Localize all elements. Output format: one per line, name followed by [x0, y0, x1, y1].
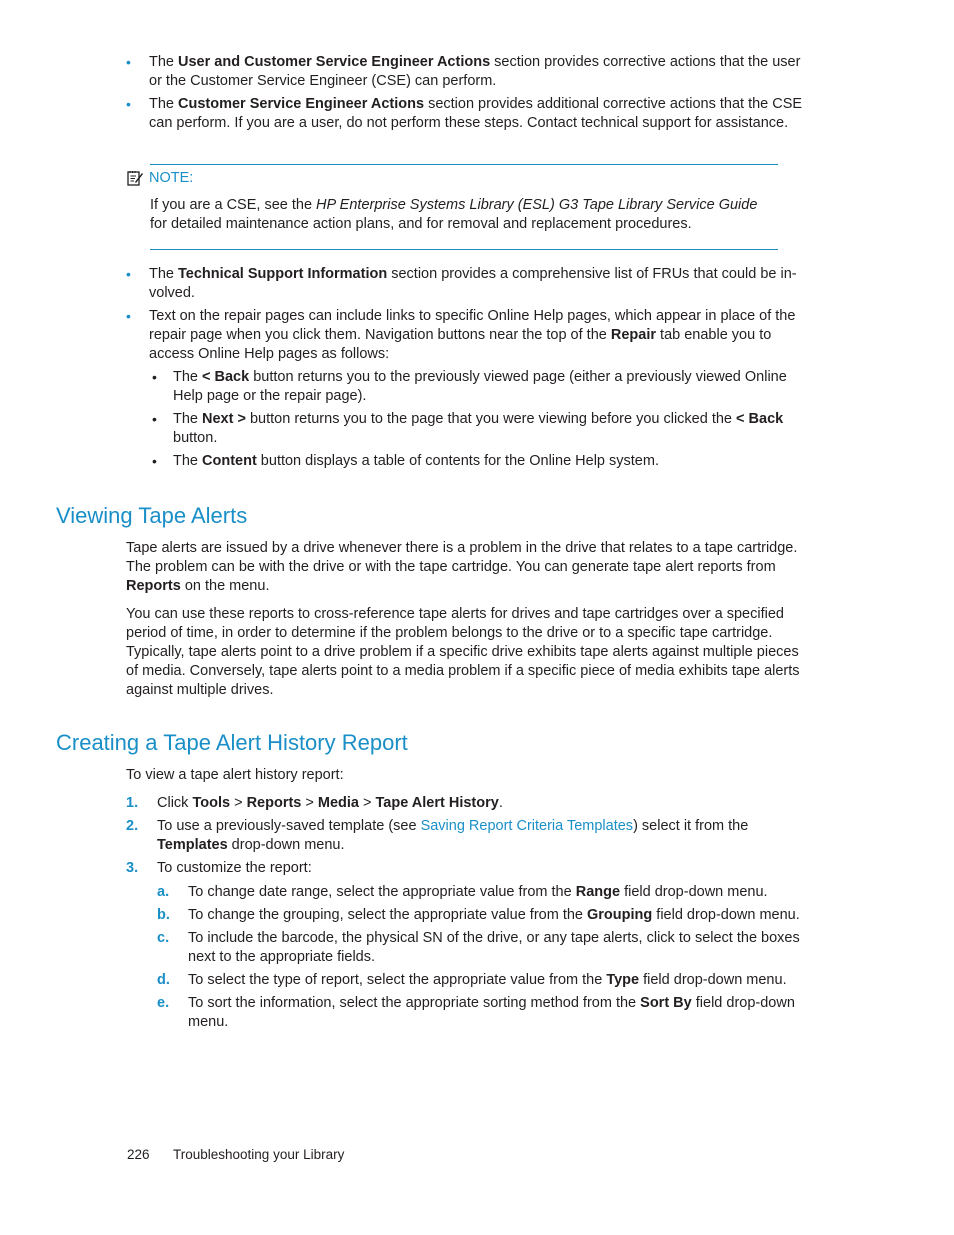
substep-letter: a. — [157, 884, 170, 900]
bullet-icon: • — [152, 411, 157, 427]
step-item: 2. To use a previously-saved template (s… — [126, 818, 749, 853]
note-top-rule — [150, 164, 778, 165]
section-name: Customer Service Engineer Actions — [178, 96, 425, 112]
substep-item: b. To change the grouping, select the ap… — [157, 907, 800, 923]
heading-creating-report: Creating a Tape Alert History Report — [56, 730, 408, 755]
bullet-icon: • — [126, 96, 131, 112]
list-item: • The Content button displays a table of… — [152, 453, 659, 469]
step-item: 1. Click Tools > Reports > Media > Tape … — [126, 795, 503, 811]
saving-templates-link[interactable]: Saving Report Criteria Templates — [421, 818, 634, 834]
substep-item: e. To sort the information, select the a… — [157, 995, 795, 1030]
button-name: Next > — [202, 411, 246, 427]
heading-viewing-tape-alerts: Viewing Tape Alerts — [56, 503, 248, 528]
tab-name: Repair — [610, 327, 657, 343]
step-number: 1. — [126, 795, 139, 811]
list-item: • Text on the repair pages can include l… — [126, 307, 806, 471]
note-bottom-rule — [150, 249, 778, 250]
button-name: Content — [202, 453, 257, 469]
field-name: Range — [575, 884, 621, 900]
chapter-title: Troubleshooting your Library — [173, 1147, 345, 1162]
substep-letter: d. — [157, 972, 170, 988]
step-item: 3. To customize the report: a. To change… — [126, 859, 806, 1032]
substep-letter: c. — [157, 930, 170, 946]
mid-bullet-list: • The Technical Support Information sect… — [126, 265, 806, 475]
substep-item: a. To change date range, select the appr… — [157, 884, 768, 900]
section-name: User and Customer Service Engineer Actio… — [178, 54, 491, 70]
menu-path-item: Media — [317, 795, 359, 811]
bullet-icon: • — [126, 266, 131, 282]
top-bullet-list: • The User and Customer Service Engineer… — [126, 53, 806, 137]
list-item: • The < Back button returns you to the p… — [152, 369, 787, 404]
field-name: Sort By — [640, 995, 692, 1011]
menu-path-item: Tape Alert History — [375, 795, 499, 811]
button-name: < Back — [736, 411, 784, 427]
bullet-icon: • — [152, 453, 157, 469]
button-name: < Back — [202, 369, 250, 385]
step-list: 1. Click Tools > Reports > Media > Tape … — [126, 794, 806, 1036]
step-number: 3. — [126, 860, 139, 876]
bullet-icon: • — [126, 308, 131, 324]
guide-title: HP Enterprise Systems Library (ESL) G3 T… — [316, 197, 758, 213]
intro-text: To view a tape alert history report: — [126, 767, 344, 783]
paragraph: You can use these reports to cross-refer… — [126, 606, 800, 698]
substep-letter: b. — [157, 907, 170, 923]
list-item: • The Next > button returns you to the p… — [152, 411, 784, 446]
menu-path-item: Tools — [192, 795, 231, 811]
menu-name: Templates — [157, 837, 228, 853]
list-item: • The User and Customer Service Engineer… — [126, 54, 801, 89]
field-name: Type — [606, 972, 640, 988]
substep-item: c. To include the barcode, the physical … — [157, 930, 800, 965]
field-name: Grouping — [587, 907, 653, 923]
note-pad-icon — [127, 171, 143, 186]
substep-letter: e. — [157, 995, 170, 1011]
bullet-icon: • — [126, 54, 131, 70]
page-number: 226 — [127, 1147, 150, 1162]
paragraph: Tape alerts are issued by a drive whenev… — [126, 540, 798, 594]
step-number: 2. — [126, 818, 139, 834]
note-text: If you are a CSE, see the HP Enterprise … — [150, 197, 758, 232]
menu-path-item: Reports — [246, 795, 302, 811]
substep-item: d. To select the type of report, select … — [157, 972, 787, 988]
nav-button-list: • The < Back button returns you to the p… — [149, 368, 806, 471]
note-header: NOTE: — [126, 168, 778, 188]
section-name: Technical Support Information — [178, 266, 388, 282]
note-box: NOTE: If you are a CSE, see the HP Enter… — [126, 164, 778, 250]
page-footer: 226 Troubleshooting your Library — [127, 1145, 344, 1164]
bullet-icon: • — [152, 369, 157, 385]
list-item: • The Customer Service Engineer Actions … — [126, 96, 803, 131]
note-label: NOTE: — [149, 169, 194, 186]
menu-name: Reports — [126, 578, 181, 594]
substep-list: a. To change date range, select the appr… — [157, 883, 806, 1032]
list-item: • The Technical Support Information sect… — [126, 266, 797, 301]
